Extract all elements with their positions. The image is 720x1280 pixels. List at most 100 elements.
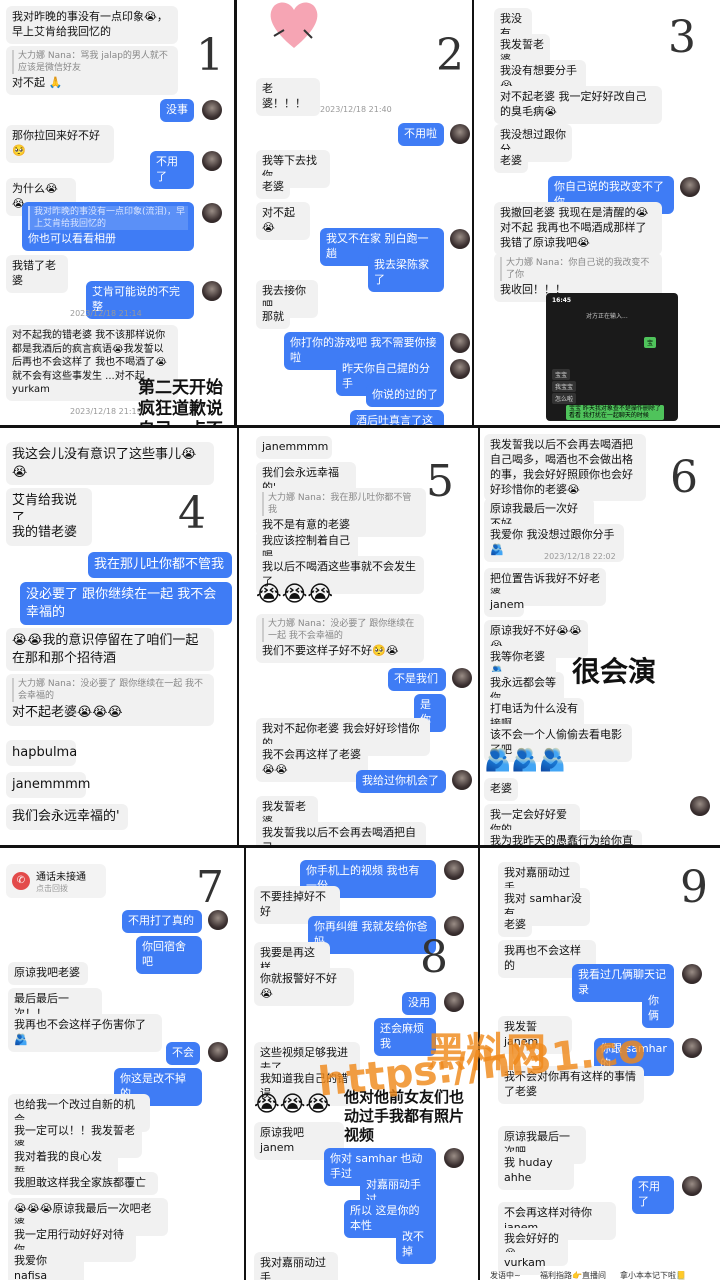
phone-title: 对方正在输入... [586,313,628,320]
phone-bubble: 宝 [644,337,657,348]
message-text: 对不起老婆😭😭😭 [12,705,123,721]
panel-3: 3 我没有 我发誓老婆 我没有想要分手😭 对不起老婆 我一定好好改自己的臭毛病😭… [490,0,720,425]
message-received: 我 huday ahhe [498,1152,574,1190]
message-received-quote: 大力娜 Nana：没必要了 跟你继续在一起 我不会幸福的 我们不要这样子好不好🥺… [256,614,424,664]
divider-line [472,0,474,428]
message-received: janemmmm [256,436,332,459]
message-received-quote: 大力娜 Nana：骂我 jalap的男人就不应该是微信好友 对不起 🙏 [6,46,178,96]
avatar [452,668,472,688]
quoted-message: 我对昨晚的事没有一点印象(流泪)，早上艾肯给我回忆的 [28,206,188,231]
message-received: 我这会儿没有意识了这些事儿😭😭 [6,442,214,486]
annotation-caption: 很会演 [572,655,657,688]
message-received: 原谅我吧老婆 [8,962,88,985]
message-sent: 我在那儿吐你都不管我 [88,552,232,578]
phone-bubble: 宝宝 昨天我对象查不楚操作删除了看看 我打扰在一起聊天的时候 [566,405,664,421]
divider-line [478,428,480,848]
message-sent: 不用了 [632,1176,674,1214]
message-received: 我对嘉丽动过手 [254,1252,338,1280]
quoted-message: 大力娜 Nana：我在那儿吐你都不管我 [262,492,420,517]
panel-2: 2 老婆！！！ 2023/12/18 21:40 不用啦 我等下去找你 老婆 对… [238,0,474,425]
message-received: janemmmm [6,772,90,798]
quoted-message: 大力娜 Nana：没必要了 跟你继续在一起 我不会幸福的 [262,618,418,643]
message-sent: 没事 [160,99,194,122]
divider-line [244,848,246,1280]
message-received: 那就 [256,306,290,329]
embedded-screenshot: 16:45 对方正在输入... 宝 宝宝 我宝宝 怎么啦 宝宝 昨天我对象查不楚… [546,293,678,421]
avatar [682,1038,702,1058]
message-sent: 我去梁陈家了 [368,254,444,292]
hug-emoji: 🫂🫂🫂 [484,748,567,773]
message-received: 老婆 [494,150,528,173]
message-sent: 没用 [402,992,436,1015]
avatar [444,860,464,880]
message-sent: 不用打了真的 [122,910,202,933]
message-received: 我不会再这样了老婆😭😭 [256,744,368,782]
message-sent: 不会 [166,1042,200,1065]
panel-number: 8 [420,932,448,983]
bottom-banner-item[interactable]: 发语中~ [490,1270,521,1280]
panel-number: 5 [426,456,454,507]
message-sent: 你说的过的了 [366,384,444,407]
annotation-caption: 第二天开始疯狂道歉说自己一点不记得 [138,378,223,425]
avatar [450,333,470,353]
panel-number: 1 [196,30,224,81]
avatar [444,992,464,1012]
avatar [682,1176,702,1196]
message-received: 我发誓我以后不会再去喝酒把自己喝多，喝酒也不会做出格的事，我会好好照顾你也会好好… [484,434,646,502]
message-received: 老婆 [498,914,532,937]
message-sent: 你回宿舍吧 [136,936,202,974]
message-sent: 酒后吐真言了这是 [350,410,444,425]
panel-5: janemmmm 我们会永远幸福的' 5 大力娜 Nana：我在那儿吐你都不管我… [240,428,476,848]
message-received: 你就报警好不好😭 [254,968,354,1006]
timestamp: 2023/12/18 21:19 [70,407,142,416]
message-received: 我们会永远幸福的' [6,804,128,830]
phone-bubble: 宝宝 [552,369,571,380]
phone-icon: ✆ [12,872,30,890]
message-received: 我错了老婆 [6,255,68,293]
bottom-banner-item[interactable]: 福利指路👉直播间 [540,1270,606,1280]
panel-7: ✆ 通话未接通 点击回拨 7 不用打了真的 你回宿舍吧 原谅我吧老婆 最后最后一… [0,848,240,1280]
panel-4: 我这会儿没有意识了这些事儿😭😭 艾肯给我说了 4 我的错老婆 我在那儿吐你都不管… [0,428,240,848]
quoted-message: 大力娜 Nana：没必要了 跟你继续在一起 我不会幸福的 [12,678,208,703]
message-received: 对不起😭 [256,202,310,240]
message-received: 老婆 [256,176,290,199]
phone-bubble: 我宝宝 [552,381,577,392]
panel-number: 4 [178,488,206,539]
message-text: 你也可以看看相册 [28,232,116,246]
divider-line [234,0,237,428]
divider-line [237,428,239,848]
quoted-message: 大力娜 Nana：你自己说的我改变不了你 [500,257,656,282]
avatar [450,359,470,379]
message-sent: 没必要了 跟你继续在一起 我不会幸福的 [20,582,232,626]
phone-time: 16:45 [552,297,572,304]
message-sent: 不用啦 [398,123,444,146]
avatar [452,770,472,790]
panel-number: 7 [196,862,224,913]
message-received: 对不起老婆 我一定好好改自己的臭毛病😭 [494,86,662,124]
avatar [682,964,702,984]
message-sent: 不是我们 [388,668,446,691]
panel-number: 6 [670,452,698,503]
panel-1: 我对昨晚的事没有一点印象😭，早上艾肯给我回忆的 大力娜 Nana：骂我 jala… [0,0,232,425]
message-sent-quote: 我对昨晚的事没有一点印象(流泪)，早上艾肯给我回忆的 你也可以看看相册 [22,202,194,252]
message-received: 我爱你 nafisa [8,1250,84,1280]
message-sent: 你俩 [642,990,674,1028]
message-text: 对不起 🙏 [12,76,63,90]
heart-sticker-icon [270,2,318,49]
timestamp: 2023/12/18 21:14 [70,309,142,318]
message-received: 老婆！！！ [256,78,320,116]
message-sent: 我给过你机会了 [356,770,446,793]
crying-emoji: 😭😭😭 [256,582,334,607]
quoted-message: 大力娜 Nana：骂我 jalap的男人就不应该是微信好友 [12,50,172,75]
timestamp: 2023/12/18 22:02 [544,552,616,561]
avatar [208,1042,228,1062]
call-back-hint: 点击回拨 [36,884,68,893]
avatar [208,910,228,930]
avatar [202,203,222,223]
message-received: 😭😭我的意识停留在了咱们一起在那和那个招待酒 [6,628,214,672]
message-received: 老婆 [484,778,518,801]
message-sent: 改不掉 [396,1226,436,1264]
missed-call-card[interactable]: ✆ 通话未接通 点击回拨 [6,864,106,898]
avatar [690,796,710,816]
bottom-banner-item[interactable]: 拿小本本记下啦📒 [620,1270,686,1280]
